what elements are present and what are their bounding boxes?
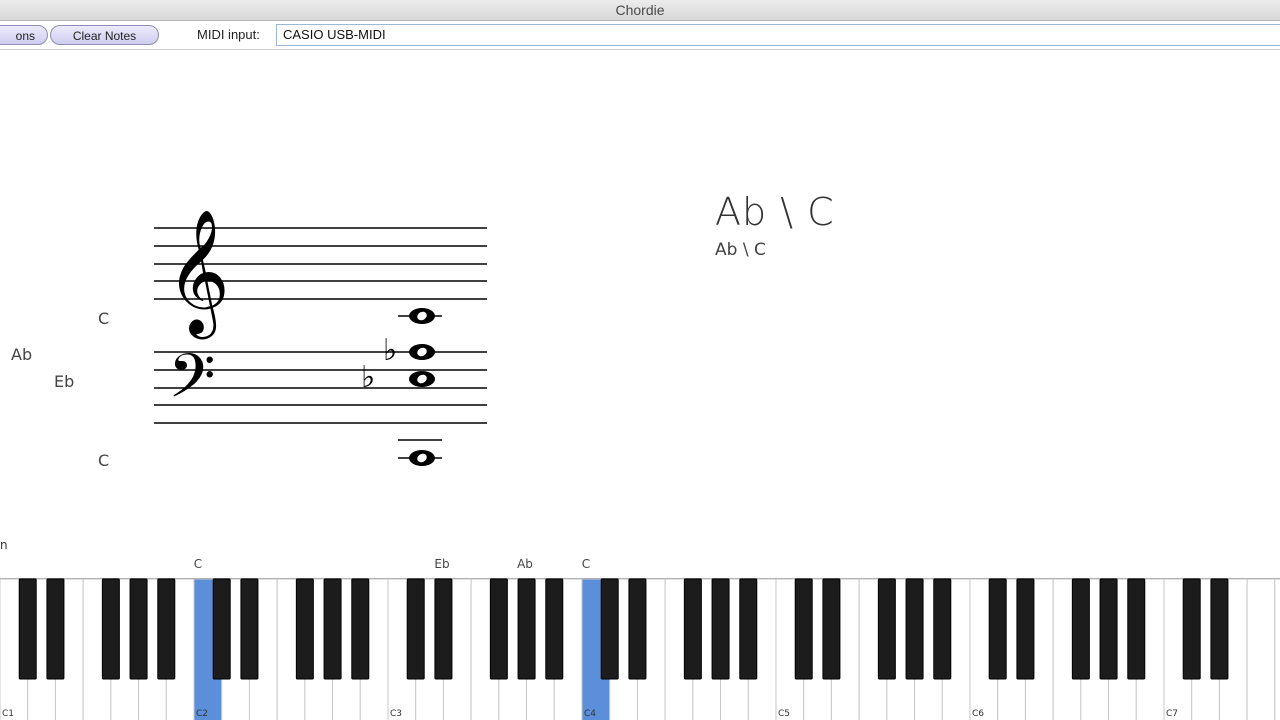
octave-label: C4 [584, 709, 596, 719]
octave-label: C1 [2, 709, 14, 719]
piano-keyboard: C1 C2 C3 C4 C5 C6 C7 [0, 578, 1280, 720]
black-key[interactable] [600, 578, 619, 680]
black-key[interactable] [240, 578, 259, 680]
black-key[interactable] [406, 578, 425, 680]
black-key[interactable] [1099, 578, 1118, 680]
keyboard-note-label: C [581, 557, 591, 571]
note-head-ab3 [409, 344, 435, 360]
black-key[interactable] [1127, 578, 1146, 680]
chord-subtitle: Ab \ C [715, 240, 766, 260]
black-key[interactable] [517, 578, 536, 680]
black-key[interactable] [794, 578, 813, 680]
black-key[interactable] [905, 578, 924, 680]
white-key[interactable] [1274, 578, 1280, 720]
black-key[interactable] [157, 578, 176, 680]
note-head-c4 [409, 308, 435, 324]
black-key[interactable] [434, 578, 453, 680]
flat-sign-icon: ♭ [383, 333, 397, 368]
staff-note-label: C [98, 309, 110, 328]
black-key[interactable] [129, 578, 148, 680]
treble-clef-icon: 𝄞 [166, 209, 230, 339]
bass-clef-icon: 𝄢 [168, 341, 216, 427]
black-key[interactable] [628, 578, 647, 680]
black-key[interactable] [295, 578, 314, 680]
keyboard-note-label: C [193, 557, 203, 571]
octave-label: C2 [196, 709, 208, 719]
black-key[interactable] [545, 578, 564, 680]
black-key[interactable] [933, 578, 952, 680]
keyboard-note-label: Eb [434, 557, 450, 571]
black-key[interactable] [1210, 578, 1229, 680]
ledger-lines [398, 315, 442, 459]
black-key[interactable] [101, 578, 120, 680]
black-key[interactable] [18, 578, 37, 680]
truncated-label: n [0, 538, 8, 552]
white-key[interactable] [1246, 578, 1276, 720]
note-head-c2 [409, 450, 435, 466]
black-key[interactable] [988, 578, 1007, 680]
black-key[interactable] [739, 578, 758, 680]
black-key[interactable] [877, 578, 896, 680]
octave-label: C5 [778, 709, 790, 719]
staff-note-label: C [98, 451, 110, 470]
black-key[interactable] [46, 578, 65, 680]
flat-sign-icon: ♭ [361, 360, 375, 395]
black-key[interactable] [1016, 578, 1035, 680]
staff-note-label: Ab [11, 345, 33, 364]
octave-label: C7 [1166, 709, 1178, 719]
octave-label: C3 [390, 709, 402, 719]
chord-name: Ab \ C [715, 190, 835, 234]
staff-note-label: Eb [54, 372, 75, 391]
black-key[interactable] [489, 578, 508, 680]
black-key[interactable] [351, 578, 370, 680]
keyboard-note-label: Ab [517, 557, 533, 571]
black-key[interactable] [711, 578, 730, 680]
black-key[interactable] [212, 578, 231, 680]
black-key[interactable] [323, 578, 342, 680]
black-key[interactable] [1071, 578, 1090, 680]
black-key[interactable] [1182, 578, 1201, 680]
black-key[interactable] [822, 578, 841, 680]
staff-notation: 𝄞 𝄢 ♭ ♭ [154, 209, 487, 466]
octave-label: C6 [972, 709, 984, 719]
note-heads [409, 308, 435, 466]
black-key[interactable] [683, 578, 702, 680]
note-head-eb3 [409, 371, 435, 387]
